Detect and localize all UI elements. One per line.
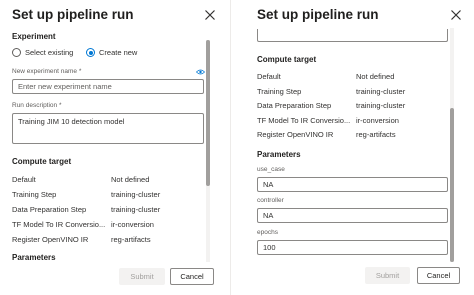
experiment-heading: Experiment xyxy=(12,32,56,41)
cancel-button[interactable]: Cancel xyxy=(170,268,214,285)
radio-label: Create new xyxy=(99,48,138,57)
compute-row-value: training-cluster xyxy=(111,190,161,199)
compute-row-key: TF Model To IR Conversio... xyxy=(12,220,106,229)
compute-row-value: ir-conversion xyxy=(111,220,154,229)
radio-circle xyxy=(12,48,21,57)
compute-row-value: reg-artifacts xyxy=(356,130,396,139)
experiment-name-input[interactable] xyxy=(12,79,204,94)
close-icon[interactable] xyxy=(450,9,462,21)
compute-row-value: training-cluster xyxy=(111,205,161,214)
submit-button[interactable]: Submit xyxy=(119,268,165,285)
scrollbar[interactable] xyxy=(450,28,454,262)
param-label-use-case: use_case xyxy=(257,166,285,173)
scrollbar[interactable] xyxy=(206,40,210,262)
radio-circle-selected xyxy=(86,48,95,57)
parameters-heading: Parameters xyxy=(257,150,301,159)
param-label-controller: controller xyxy=(257,197,284,204)
compute-row-key: TF Model To IR Conversio... xyxy=(257,115,351,125)
run-description-label: Run description * xyxy=(12,102,62,109)
compute-row-value: training-cluster xyxy=(356,101,406,110)
param-label-epochs: epochs xyxy=(257,229,278,236)
compute-target-heading: Compute target xyxy=(257,55,317,64)
run-description-input[interactable]: Training JIM 10 detection model xyxy=(12,113,204,144)
close-icon[interactable] xyxy=(204,9,216,21)
panel-title: Set up pipeline run xyxy=(257,7,379,22)
compute-row-key: Data Preparation Step xyxy=(12,205,87,214)
compute-row-key: Register OpenVINO IR xyxy=(12,235,89,244)
compute-target-heading: Compute target xyxy=(12,157,72,166)
controller-input[interactable] xyxy=(257,208,448,223)
compute-row-value: training-cluster xyxy=(356,86,406,96)
pipeline-run-panel-right: Set up pipeline run Compute target Defau… xyxy=(246,0,474,295)
use-case-input[interactable] xyxy=(257,177,448,192)
experiment-name-label: New experiment name * xyxy=(12,68,82,75)
compute-row-key: Default xyxy=(257,72,281,81)
compute-row-value: reg-artifacts xyxy=(111,235,151,244)
submit-button[interactable]: Submit xyxy=(365,267,410,284)
radio-label: Select existing xyxy=(25,48,74,57)
compute-row-value: Not defined xyxy=(356,72,395,81)
compute-row-key: Training Step xyxy=(257,86,302,96)
eye-icon[interactable] xyxy=(196,69,205,75)
compute-row-key: Data Preparation Step xyxy=(257,101,332,110)
scrollbar-thumb[interactable] xyxy=(450,108,454,262)
compute-row-value: ir-conversion xyxy=(356,115,399,125)
cancel-button[interactable]: Cancel xyxy=(417,267,460,284)
panel-title: Set up pipeline run xyxy=(12,7,134,22)
description-field-cutoff[interactable] xyxy=(257,29,448,42)
compute-row-key: Default xyxy=(12,175,36,184)
compute-row-key: Register OpenVINO IR xyxy=(257,130,334,139)
epochs-input[interactable] xyxy=(257,240,448,255)
radio-create-new[interactable]: Create new xyxy=(86,48,137,57)
compute-row-value: Not defined xyxy=(111,175,150,184)
scrollbar-thumb[interactable] xyxy=(206,40,210,186)
pipeline-run-panel-left: Set up pipeline run Experiment Select ex… xyxy=(0,0,222,295)
parameters-heading: Parameters xyxy=(12,253,56,262)
radio-select-existing[interactable]: Select existing xyxy=(12,48,73,57)
compute-row-key: Training Step xyxy=(12,190,57,199)
panel-divider xyxy=(230,0,231,295)
